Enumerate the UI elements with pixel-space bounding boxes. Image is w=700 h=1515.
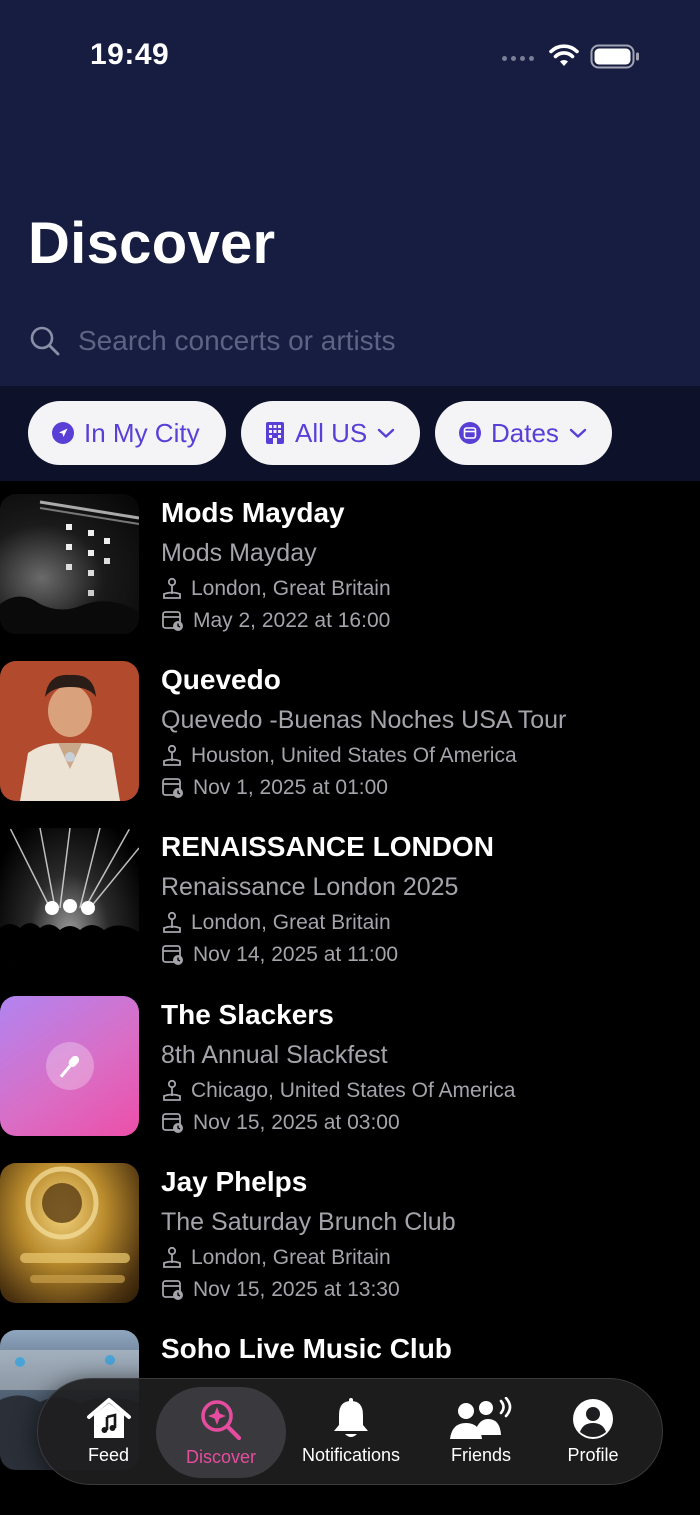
event-location: London, Great Britain (161, 577, 391, 601)
calendar-clock-icon (162, 611, 183, 631)
tab-profile[interactable]: Profile (546, 1379, 640, 1486)
tab-notifications[interactable]: Notifications (286, 1379, 416, 1486)
building-icon (266, 422, 284, 444)
event-row[interactable]: RENAISSANCE LONDON Renaissance London 20… (0, 828, 700, 978)
event-artist: The Slackers (161, 999, 334, 1030)
tab-discover[interactable]: Discover (156, 1387, 286, 1478)
calendar-clock-icon (162, 1280, 183, 1300)
page-title: Discover (28, 211, 276, 276)
filter-label: All US (295, 417, 368, 448)
event-location-text: London, Great Britain (191, 577, 391, 600)
event-list: Mods Mayday Mods Mayday London, Great Br… (0, 481, 700, 1515)
event-date: Nov 15, 2025 at 13:30 (161, 1278, 400, 1302)
event-title: Renaissance London 2025 (161, 873, 459, 901)
event-date: Nov 15, 2025 at 03:00 (161, 1111, 400, 1135)
event-location-text: London, Great Britain (191, 1246, 391, 1269)
event-date: Nov 1, 2025 at 01:00 (161, 776, 388, 800)
filter-bar: In My City All US Dates (0, 386, 700, 481)
event-date-text: Nov 14, 2025 at 11:00 (193, 943, 399, 966)
event-artist: Jay Phelps (161, 1166, 308, 1197)
event-date-text: Nov 15, 2025 at 03:00 (193, 1111, 400, 1134)
event-title: 8th Annual Slackfest (161, 1041, 388, 1069)
signal-icon (502, 56, 534, 61)
status-time: 19:49 (90, 38, 170, 71)
filter-in-my-city[interactable]: In My City (28, 401, 226, 465)
filter-dates[interactable]: Dates (435, 401, 612, 465)
event-date-text: May 2, 2022 at 16:00 (193, 609, 391, 632)
event-title: Mods Mayday (161, 539, 317, 567)
chevron-down-icon (378, 428, 395, 438)
filter-label: Dates (491, 417, 559, 448)
header: 19:49 Discover (0, 0, 700, 386)
event-row[interactable]: Jay Phelps The Saturday Brunch Club Lond… (0, 1163, 700, 1313)
bell-icon (334, 1398, 368, 1437)
calendar-icon (459, 422, 481, 444)
event-date: Nov 14, 2025 at 11:00 (161, 943, 398, 967)
tab-label: Friends (450, 1445, 512, 1465)
tab-label: Notifications (301, 1445, 401, 1465)
event-location: London, Great Britain (161, 911, 391, 935)
joystick-pin-icon (163, 1246, 181, 1268)
event-date-text: Nov 15, 2025 at 13:30 (193, 1278, 400, 1301)
event-thumbnail (0, 996, 139, 1136)
tab-label: Discover (185, 1447, 256, 1467)
tab-feed[interactable]: Feed (56, 1379, 161, 1486)
search-icon (30, 326, 60, 356)
filter-all-us[interactable]: All US (241, 401, 420, 465)
event-artist: Mods Mayday (161, 497, 345, 528)
tab-bar: Feed Discover Notifications Friends Prof… (37, 1378, 663, 1485)
home-music-icon (86, 1398, 131, 1438)
joystick-pin-icon (163, 577, 181, 599)
event-title: Quevedo -Buenas Noches USA Tour (161, 706, 567, 734)
profile-icon (573, 1399, 613, 1439)
tab-label: Feed (87, 1445, 130, 1465)
calendar-clock-icon (162, 1113, 183, 1133)
calendar-clock-icon (162, 945, 183, 965)
event-thumbnail (0, 661, 139, 801)
event-thumbnail (0, 828, 139, 968)
event-location-text: Chicago, United States Of America (191, 1079, 516, 1102)
wifi-icon (549, 44, 579, 66)
battery-icon (590, 44, 639, 69)
event-row[interactable]: Mods Mayday Mods Mayday London, Great Br… (0, 494, 700, 644)
event-row[interactable]: Quevedo Quevedo -Buenas Noches USA Tour … (0, 661, 700, 811)
event-location-text: Houston, United States Of America (191, 744, 517, 767)
tab-friends[interactable]: Friends (426, 1379, 536, 1486)
calendar-clock-icon (162, 778, 183, 798)
location-arrow-icon (52, 422, 74, 444)
event-title: The Saturday Brunch Club (161, 1208, 456, 1236)
joystick-pin-icon (163, 744, 181, 766)
search-bar[interactable] (28, 318, 668, 364)
event-artist: Soho Live Music Club (161, 1333, 452, 1364)
joystick-pin-icon (163, 1079, 181, 1101)
event-location: London, Great Britain (161, 1246, 391, 1270)
microphone-icon (46, 1042, 94, 1090)
event-date-text: Nov 1, 2025 at 01:00 (193, 776, 388, 799)
search-input[interactable] (78, 325, 638, 357)
joystick-pin-icon (163, 911, 181, 933)
event-thumbnail (0, 494, 139, 634)
event-thumbnail (0, 1163, 139, 1303)
event-artist: RENAISSANCE LONDON (161, 831, 494, 862)
tab-label: Profile (567, 1445, 619, 1465)
discover-search-icon (201, 1400, 242, 1441)
chevron-down-icon (569, 428, 587, 438)
event-location: Houston, United States Of America (161, 744, 517, 768)
event-location-text: London, Great Britain (191, 911, 391, 934)
filter-label: In My City (84, 417, 200, 448)
friends-icon (450, 1397, 512, 1439)
event-date: May 2, 2022 at 16:00 (161, 609, 390, 633)
event-row[interactable]: The Slackers 8th Annual Slackfest Chicag… (0, 996, 700, 1146)
event-artist: Quevedo (161, 664, 281, 695)
status-bar: 19:49 (0, 0, 700, 110)
event-location: Chicago, United States Of America (161, 1079, 516, 1103)
